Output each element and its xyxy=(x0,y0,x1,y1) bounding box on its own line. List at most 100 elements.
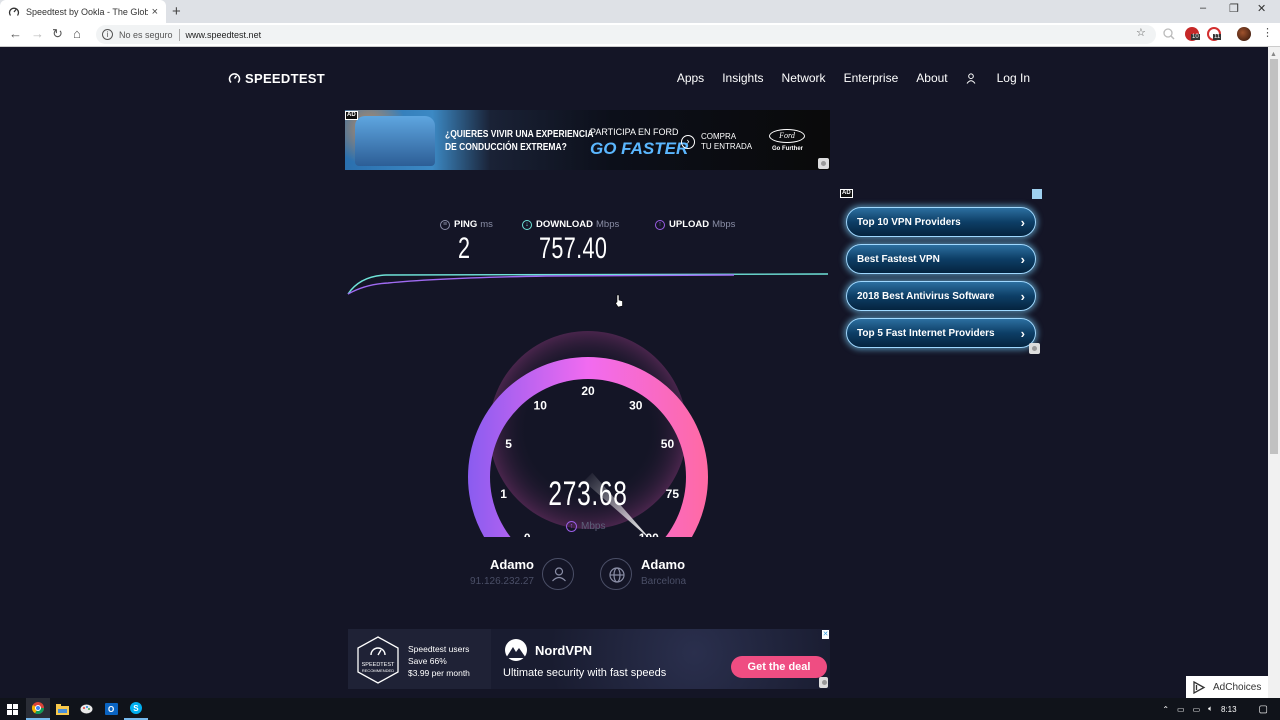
gauge-tick-label: 0 xyxy=(524,531,531,537)
ford-logo: Ford xyxy=(769,129,805,143)
upload-metric: ↑ UPLOAD Mbps xyxy=(655,219,735,232)
speedtest-favicon-icon xyxy=(8,7,20,16)
windows-taskbar: O S ⌃ ▭ ▭ 🔈︎ 8:13 ▢ xyxy=(0,698,1280,720)
gauge-tick-label: 1 xyxy=(500,487,507,501)
ad-info-icon[interactable] xyxy=(819,677,828,688)
scrollbar-thumb[interactable] xyxy=(1270,59,1278,454)
get-the-deal-button[interactable]: Get the deal xyxy=(731,656,827,678)
info-icon[interactable]: i xyxy=(102,29,113,40)
file-explorer-taskbar-icon[interactable] xyxy=(50,698,74,720)
upload-unit: Mbps xyxy=(712,219,736,230)
browser-toolbar: ← → ↻ ⌂ i No es seguro www.speedtest.net… xyxy=(0,23,1280,47)
tab-speedtest[interactable]: Speedtest by Ookla - The Global × xyxy=(0,0,166,23)
nordvpn-brand: NordVPN xyxy=(535,642,593,658)
ad-link-label: Best Fastest VPN xyxy=(857,253,940,265)
ad-link-1[interactable]: Top 10 VPN Providers › xyxy=(846,207,1036,237)
forward-icon[interactable]: → xyxy=(31,26,44,41)
tray-overflow-chevron-icon[interactable]: ⌃ xyxy=(1162,705,1169,714)
nordvpn-tagline: Ultimate security with fast speeds xyxy=(503,667,667,679)
ad-close-icon[interactable]: ✕ xyxy=(822,630,829,639)
menu-kebab-icon[interactable]: ⋮ xyxy=(1262,26,1273,39)
windows-start-icon[interactable] xyxy=(0,698,24,720)
ad-badge: AD xyxy=(840,189,853,198)
chrome-taskbar-icon[interactable] xyxy=(26,698,50,720)
gauge-tick-label: 20 xyxy=(581,384,595,398)
lens-extension-icon[interactable] xyxy=(1162,27,1176,41)
ad-info-icon[interactable] xyxy=(1029,343,1040,354)
paint-taskbar-icon[interactable] xyxy=(74,698,98,720)
skype-taskbar-icon[interactable]: S xyxy=(124,698,148,720)
chevron-right-icon: › xyxy=(1020,251,1025,267)
download-value: 757.40 xyxy=(539,232,608,265)
opera-extension-icon[interactable]: 11 xyxy=(1207,27,1222,41)
speedtest-recommended-badge: SPEEDTEST RECOMMENDED xyxy=(357,636,399,684)
client-isp: Adamo xyxy=(489,557,534,572)
gauge-unit-label: Mbps xyxy=(581,521,606,532)
server-info[interactable]: Adamo Barcelona xyxy=(641,557,686,587)
gauge-tick-label: 10 xyxy=(534,398,548,412)
svg-text:O: O xyxy=(108,705,114,714)
server-location: Barcelona xyxy=(641,576,687,587)
nav-about[interactable]: About xyxy=(916,71,947,85)
promo-line2: Save 66% xyxy=(408,656,447,666)
nav-enterprise[interactable]: Enterprise xyxy=(844,71,899,85)
security-label: No es seguro xyxy=(119,29,173,40)
new-tab-button[interactable]: + xyxy=(172,3,181,20)
globe-circle-icon[interactable] xyxy=(600,558,632,590)
adchoices-button[interactable]: AdChoices xyxy=(1186,676,1268,698)
tab-title: Speedtest by Ookla - The Global xyxy=(26,6,148,17)
adchoices-triangle-icon[interactable] xyxy=(1032,189,1042,199)
ad-headline: ¿QUIERES VIVIR UNA EXPERIENCIA DE CONDUC… xyxy=(445,128,593,154)
close-window-button[interactable]: ✕ xyxy=(1257,2,1266,15)
page-scrollbar[interactable]: ▲ xyxy=(1268,47,1280,698)
speedtest-promo-text: Speedtest users Save 66% $3.99 per month xyxy=(408,643,470,679)
upload-arrow-icon: ↑ xyxy=(566,521,577,532)
home-icon[interactable]: ⌂ xyxy=(73,26,81,41)
ad-link-label: 2018 Best Antivirus Software xyxy=(857,290,995,302)
reload-icon[interactable]: ↻ xyxy=(52,26,63,42)
gauge-tick-label: 5 xyxy=(505,437,512,451)
client-ip: 91.126.232.27 xyxy=(470,576,534,587)
ad-cta-line1: COMPRA xyxy=(701,132,737,141)
ad-cta[interactable]: COMPRA TU ENTRADA xyxy=(701,132,752,152)
bookmark-star-icon[interactable]: ☆ xyxy=(1136,26,1146,39)
ad-participa: PARTICIPA EN FORD xyxy=(590,127,679,137)
user-circle-icon[interactable] xyxy=(542,558,574,590)
ad-link-label: Top 5 Fast Internet Providers xyxy=(857,327,995,339)
nav-network[interactable]: Network xyxy=(782,71,826,85)
adblock-extension-icon[interactable]: 10 xyxy=(1185,27,1200,41)
volume-icon[interactable]: 🔈︎ xyxy=(1208,704,1213,714)
profile-avatar[interactable] xyxy=(1237,27,1251,41)
download-metric: ↓ DOWNLOAD Mbps 757.40 xyxy=(522,219,634,266)
nordvpn-banner-ad[interactable]: SPEEDTEST RECOMMENDED Speedtest users Sa… xyxy=(348,629,830,689)
nav-insights[interactable]: Insights xyxy=(722,71,763,85)
ad-headline-line1: ¿QUIERES VIVIR UNA EXPERIENCIA xyxy=(445,129,594,140)
scroll-up-arrow-icon[interactable]: ▲ xyxy=(1270,51,1277,58)
url-text[interactable]: www.speedtest.net xyxy=(186,30,262,40)
ad-link-3[interactable]: 2018 Best Antivirus Software › xyxy=(846,281,1036,311)
clock[interactable]: 8:13 xyxy=(1221,705,1237,714)
ad-link-2[interactable]: Best Fastest VPN › xyxy=(846,244,1036,274)
gauge-tick-label: 50 xyxy=(661,437,675,451)
notifications-icon[interactable]: ▢ xyxy=(1259,704,1268,715)
ad-link-4[interactable]: Top 5 Fast Internet Providers › xyxy=(846,318,1036,348)
address-bar[interactable]: i No es seguro www.speedtest.net xyxy=(96,25,1156,44)
server-sponsor: Adamo xyxy=(641,557,686,572)
tab-close-icon[interactable]: × xyxy=(152,6,158,18)
nav-apps[interactable]: Apps xyxy=(677,71,704,85)
login-link[interactable]: Log In xyxy=(966,71,1030,85)
ad-info-icon[interactable] xyxy=(818,158,829,169)
network-icon[interactable]: ▭ xyxy=(1177,705,1185,714)
ford-banner-ad[interactable]: ¿QUIERES VIVIR UNA EXPERIENCIA DE CONDUC… xyxy=(345,110,830,170)
outlook-taskbar-icon[interactable]: O xyxy=(99,698,123,720)
adchoices-label: AdChoices xyxy=(1213,681,1262,693)
ad-headline-line2: DE CONDUCCIÓN EXTREMA? xyxy=(445,142,567,153)
speedtest-promo-panel: SPEEDTEST RECOMMENDED Speedtest users Sa… xyxy=(348,629,491,689)
battery-icon[interactable]: ▭ xyxy=(1193,705,1201,714)
restore-button[interactable]: ❐ xyxy=(1229,2,1239,15)
back-icon[interactable]: ← xyxy=(9,26,22,41)
speedtest-logo[interactable]: SPEEDTEST xyxy=(228,71,325,86)
minimize-button[interactable]: – xyxy=(1200,2,1206,14)
chevron-right-icon: › xyxy=(1020,325,1025,341)
ad-badge: AD xyxy=(345,111,358,120)
